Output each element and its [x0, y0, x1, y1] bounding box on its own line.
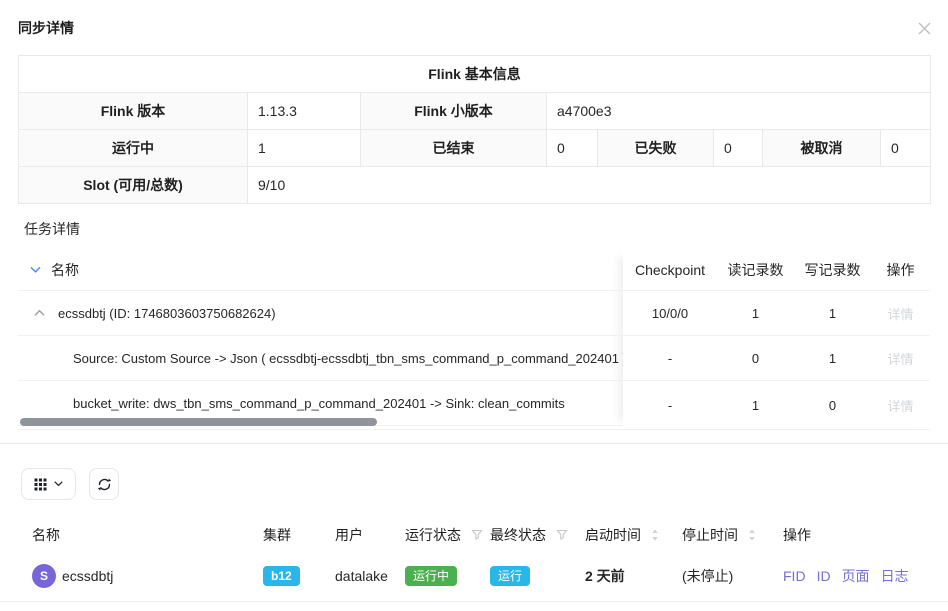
col-name: 名称 [32, 525, 60, 545]
log-link[interactable]: 日志 [881, 566, 909, 586]
flink-info-title: Flink 基本信息 [19, 56, 931, 93]
label-cancelled: 被取消 [763, 130, 881, 167]
drawer-header: 同步详情 [0, 0, 948, 38]
task-table-fixed-columns: Checkpoint 读记录数 写记录数 操作 10/0/0 1 1 详情 - … [623, 249, 930, 429]
label-flink-version: Flink 版本 [19, 93, 248, 130]
column-settings-button[interactable] [21, 468, 76, 500]
stop-time: (未停止) [682, 566, 733, 586]
col-final-status: 最终状态 [490, 525, 546, 545]
jobs-toolbar [21, 468, 948, 500]
id-link[interactable]: ID [817, 568, 831, 584]
col-run-status: 运行状态 [405, 525, 461, 545]
col-name-label: 名称 [51, 260, 79, 280]
task-row: Source: Custom Source -> Json ( ecssdbtj… [18, 336, 623, 381]
run-status-badge: 运行中 [405, 566, 457, 586]
checkpoint-value: - [623, 398, 717, 413]
checkpoint-value: - [623, 351, 717, 366]
task-row-fixed: - 1 0 详情 [623, 381, 930, 429]
label-finished: 已结束 [361, 130, 547, 167]
task-table-header-fixed: Checkpoint 读记录数 写记录数 操作 [623, 249, 930, 291]
value-slot: 9/10 [248, 167, 931, 204]
detail-link[interactable]: 详情 [887, 396, 913, 415]
write-value: 0 [794, 398, 871, 413]
task-table-header-name: 名称 [18, 249, 623, 291]
filter-icon[interactable] [556, 529, 568, 541]
chevron-down-icon [54, 481, 63, 487]
grid-icon [34, 478, 47, 491]
read-value: 0 [717, 351, 794, 366]
drawer-title: 同步详情 [18, 18, 74, 38]
read-value: 1 [717, 398, 794, 413]
start-time: 2 天前 [585, 566, 625, 586]
value-flink-version: 1.13.3 [248, 93, 361, 130]
jobs-table-header: 名称 集群 用户 运行状态 最终状态 启动时间 [0, 520, 948, 550]
label-slot: Slot (可用/总数) [19, 167, 248, 204]
write-value: 1 [794, 351, 871, 366]
col-stop-time: 停止时间 [682, 525, 738, 545]
sorter-icon[interactable] [651, 529, 659, 541]
avatar: S [32, 564, 56, 588]
col-cluster: 集群 [263, 525, 291, 545]
read-value: 1 [717, 306, 794, 321]
write-value: 1 [794, 306, 871, 321]
task-table-scroll-area: 名称 ecssdbtj (ID: 1746803603750682624) So… [18, 249, 623, 429]
page-link[interactable]: 页面 [842, 566, 870, 586]
value-failed: 0 [714, 130, 763, 167]
label-failed: 已失败 [598, 130, 714, 167]
value-finished: 0 [547, 130, 598, 167]
section-divider [0, 443, 948, 444]
col-actions: 操作 [783, 525, 811, 545]
task-row: ecssdbtj (ID: 1746803603750682624) [18, 291, 623, 336]
close-icon[interactable] [916, 20, 932, 36]
task-name: Source: Custom Source -> Json ( ecssdbtj… [73, 351, 623, 366]
detail-link[interactable]: 详情 [887, 304, 913, 323]
job-user: datalake [335, 568, 388, 584]
sorter-icon[interactable] [748, 529, 756, 541]
value-cancelled: 0 [881, 130, 931, 167]
cluster-badge: b12 [263, 566, 300, 586]
sync-details-drawer: 同步详情 Flink 基本信息 Flink 版本 1.13.3 Flink 小版… [0, 0, 948, 602]
value-running: 1 [248, 130, 361, 167]
chevron-up-icon[interactable] [34, 309, 45, 317]
final-status-badge: 运行 [490, 566, 530, 586]
flink-info-table: Flink 基本信息 Flink 版本 1.13.3 Flink 小版本 a47… [18, 55, 931, 204]
refresh-button[interactable] [89, 468, 119, 500]
col-start-time: 启动时间 [585, 525, 641, 545]
filter-icon[interactable] [471, 529, 483, 541]
checkpoint-value: 10/0/0 [623, 306, 717, 321]
value-flink-minor-version: a4700e3 [547, 93, 931, 130]
col-user: 用户 [335, 525, 363, 545]
col-actions: 操作 [871, 260, 930, 280]
job-name: ecssdbtj [62, 568, 113, 584]
table-row: S ecssdbtj b12 datalake 运行中 运行 2 天前 (未停止… [0, 550, 948, 602]
task-details-table: 名称 ecssdbtj (ID: 1746803603750682624) So… [18, 249, 930, 430]
task-name: ecssdbtj (ID: 1746803603750682624) [58, 306, 623, 321]
jobs-table: 名称 集群 用户 运行状态 最终状态 启动时间 [0, 520, 948, 602]
label-running: 运行中 [19, 130, 248, 167]
refresh-icon [97, 477, 112, 492]
task-name: bucket_write: dws_tbn_sms_command_p_comm… [73, 396, 623, 411]
task-details-title: 任务详情 [24, 219, 948, 239]
task-row-fixed: - 0 1 详情 [623, 336, 930, 381]
col-checkpoint: Checkpoint [623, 262, 717, 278]
chevron-down-icon[interactable] [30, 266, 41, 274]
fid-link[interactable]: FID [783, 568, 806, 584]
horizontal-scrollbar[interactable] [20, 418, 377, 426]
label-flink-minor-version: Flink 小版本 [361, 93, 547, 130]
task-row-fixed: 10/0/0 1 1 详情 [623, 291, 930, 336]
col-write-records: 写记录数 [794, 260, 871, 280]
col-read-records: 读记录数 [717, 260, 794, 280]
detail-link[interactable]: 详情 [887, 349, 913, 368]
